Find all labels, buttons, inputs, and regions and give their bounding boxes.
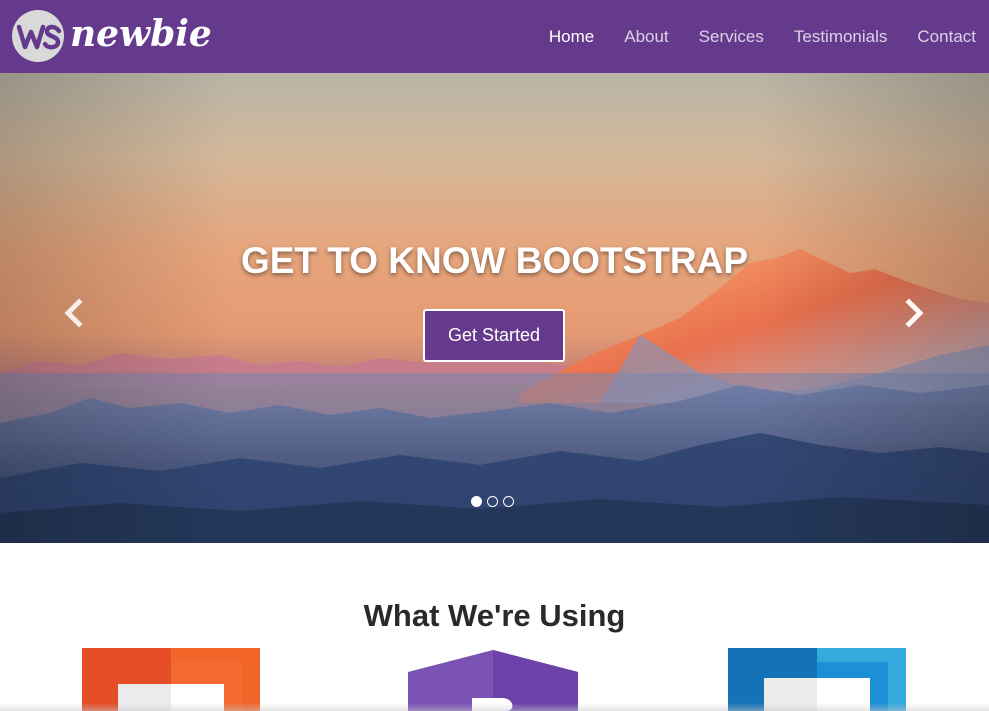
hero-background-image (0, 73, 989, 543)
navbar: newbie Home About Services Testimonials … (0, 0, 989, 73)
nav-item-services[interactable]: Services (699, 27, 764, 47)
hero-title: GET TO KNOW BOOTSTRAP (240, 240, 749, 281)
css3-logo-icon (728, 648, 906, 711)
chevron-right-icon[interactable] (898, 298, 928, 328)
section-title: What We're Using (363, 598, 626, 633)
brand-name: newbie (70, 13, 212, 55)
nav-item-testimonials[interactable]: Testimonials (794, 27, 888, 47)
hero-caption: GET TO KNOW BOOTSTRAP (0, 240, 989, 282)
chevron-left-icon[interactable] (60, 298, 90, 328)
carousel-indicators (471, 496, 519, 507)
carousel-indicator[interactable] (503, 496, 514, 507)
carousel-indicator[interactable] (487, 496, 498, 507)
bootstrap-logo-icon (408, 650, 578, 711)
ws-logo-icon (12, 10, 64, 62)
nav-item-contact[interactable]: Contact (917, 27, 976, 47)
get-started-button[interactable]: Get Started (423, 309, 565, 362)
nav-item-about[interactable]: About (624, 27, 668, 47)
carousel-indicator[interactable] (471, 496, 482, 507)
main-nav: Home About Services Testimonials Contact (519, 0, 976, 73)
nav-item-home[interactable]: Home (549, 27, 594, 47)
brand-logo-link[interactable]: newbie (12, 7, 212, 65)
html5-logo-icon (82, 648, 260, 711)
hero-carousel: GET TO KNOW BOOTSTRAP Get Started (0, 73, 989, 543)
page-fold-shadow (0, 703, 989, 711)
